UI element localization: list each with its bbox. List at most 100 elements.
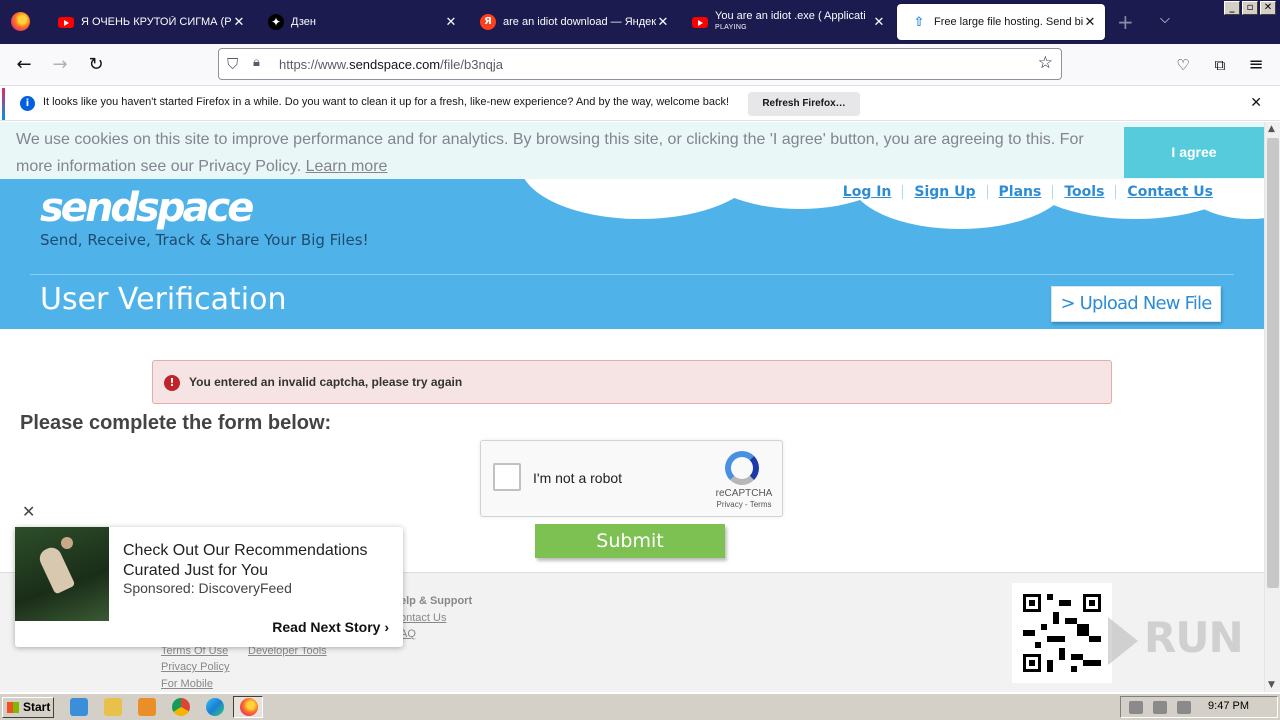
network-icon[interactable] (1153, 701, 1167, 714)
tab-4[interactable]: You are an idiot .exe ( Applicati PLAYIN… (678, 4, 894, 40)
tab-title: Дзен (291, 16, 316, 28)
page-scrollbar[interactable]: ▲ ▼ (1264, 122, 1280, 692)
tagline: Send, Receive, Track & Share Your Big Fi… (40, 231, 369, 249)
error-message: You entered an invalid captcha, please t… (189, 375, 463, 389)
youtube-icon (692, 14, 708, 30)
shield-icon[interactable]: ⛉ (227, 55, 238, 73)
qr-code-icon (1023, 594, 1101, 672)
nav-plans[interactable]: Plans (999, 184, 1042, 200)
captcha-checkbox[interactable] (493, 463, 521, 491)
scrollbar-thumb[interactable] (1267, 138, 1279, 588)
qr-code (1012, 583, 1112, 683)
tab-title: Free large file hosting. Send big (934, 16, 1083, 28)
error-icon: ! (164, 375, 180, 391)
ie-icon[interactable] (70, 698, 88, 716)
forward-icon[interactable]: → (49, 54, 71, 76)
nav-contact[interactable]: Contact Us (1127, 184, 1213, 200)
new-tab-icon[interactable]: + (1117, 10, 1134, 34)
pocket-icon[interactable]: ♡ (1172, 54, 1194, 76)
upload-new-file-button[interactable]: > Upload New File (1051, 286, 1221, 322)
tab-title-text: You are an idiot .exe ( Applicati (715, 10, 866, 22)
youtube-icon (58, 14, 74, 30)
menu-icon[interactable]: ≡ (1245, 54, 1267, 76)
scroll-up-icon[interactable]: ▲ (1268, 124, 1275, 134)
dzen-icon: ✦ (268, 14, 284, 30)
firefox-taskbar-button[interactable] (233, 696, 263, 718)
nav-login[interactable]: Log In (843, 184, 892, 200)
close-tab-icon[interactable]: ✕ (232, 15, 246, 30)
folder-icon[interactable] (104, 698, 122, 716)
window-controls: _ ▫ ✕ (1224, 1, 1276, 15)
notification-message: It looks like you haven't started Firefo… (43, 96, 730, 108)
close-tab-icon[interactable]: ✕ (656, 15, 670, 30)
tab-5-active[interactable]: ⇧ Free large file hosting. Send big ✕ (897, 4, 1105, 40)
footer-contact-link[interactable]: ontact Us (400, 612, 446, 624)
read-next-story-link[interactable]: Read Next Story › (272, 619, 389, 635)
ad-sponsor: Sponsored: DiscoveryFeed (123, 580, 292, 596)
close-tab-icon[interactable]: ✕ (872, 15, 886, 30)
nav-tools[interactable]: Tools (1064, 184, 1104, 200)
info-icon: i (20, 96, 35, 111)
site-header: sendspace Send, Receive, Track & Share Y… (0, 179, 1264, 329)
learn-more-link[interactable]: Learn more (306, 158, 388, 175)
cookie-text: We use cookies on this site to improve p… (16, 131, 1084, 175)
notification-bar: i It looks like you haven't started Fire… (0, 87, 1280, 121)
tab-title: are an idiot download — Яндекс (503, 16, 656, 28)
volume-icon[interactable] (1129, 701, 1143, 714)
page-title: User Verification (40, 282, 287, 317)
close-ad-icon[interactable]: ✕ (22, 502, 35, 521)
anyrun-watermark: RUN (1108, 613, 1244, 665)
recaptcha-brand: reCAPTCHA (715, 488, 773, 499)
agree-button[interactable]: I agree (1124, 127, 1264, 178)
restore-icon[interactable]: ▫ (1242, 1, 1258, 15)
close-window-icon[interactable]: ✕ (1260, 1, 1276, 15)
tab-3[interactable]: Я are an idiot download — Яндекс ✕ (466, 4, 678, 40)
form-title: Please complete the form below: (20, 412, 332, 434)
chrome-icon[interactable] (172, 698, 190, 716)
recaptcha-widget: I'm not a robot reCAPTCHA Privacy - Term… (480, 440, 783, 517)
sendspace-logo[interactable]: sendspace (40, 185, 254, 231)
tab-1[interactable]: Я ОЧЕНЬ КРУТОЙ СИГМА (РНС ✕ (44, 4, 254, 40)
minimize-icon[interactable]: _ (1224, 1, 1240, 15)
sponsored-ad[interactable]: Check Out Our Recommendations Curated Ju… (15, 527, 403, 647)
clock[interactable]: 9:47 PM (1208, 700, 1249, 712)
ad-headline[interactable]: Check Out Our Recommendations Curated Ju… (123, 541, 393, 581)
lock-icon[interactable]: 🔒︎ (253, 55, 260, 70)
divider (30, 274, 1234, 275)
page-content: We use cookies on this site to improve p… (0, 122, 1264, 692)
recaptcha-icon (725, 451, 759, 485)
media-player-icon[interactable] (138, 698, 156, 716)
start-button[interactable]: Start (2, 697, 54, 718)
tab-title: You are an idiot .exe ( Applicati PLAYIN… (715, 10, 872, 34)
firefox-icon (240, 698, 258, 716)
refresh-firefox-button[interactable]: Refresh Firefox… (748, 92, 860, 116)
bookmark-star-icon[interactable]: ☆ (1038, 53, 1053, 73)
footer-privacy-link[interactable]: Privacy Policy (161, 661, 229, 673)
notification-accent (2, 88, 5, 120)
tab-playing-label: PLAYING (715, 24, 747, 31)
tab-2[interactable]: ✦ Дзен ✕ (254, 4, 466, 40)
nav-signup[interactable]: Sign Up (914, 184, 975, 200)
footer-mobile-link[interactable]: For Mobile (161, 678, 213, 690)
flag-icon[interactable] (1177, 701, 1191, 714)
edge-icon[interactable] (206, 698, 224, 716)
error-alert: ! You entered an invalid captcha, please… (152, 360, 1112, 404)
recaptcha-links[interactable]: Privacy - Terms (709, 500, 779, 509)
firefox-icon[interactable] (11, 12, 30, 31)
close-tab-icon[interactable]: ✕ (1083, 15, 1097, 30)
tab-title: Я ОЧЕНЬ КРУТОЙ СИГМА (РНС (81, 16, 232, 28)
submit-button[interactable]: Submit (535, 524, 725, 558)
scroll-down-icon[interactable]: ▼ (1268, 680, 1275, 690)
reload-icon[interactable]: ↻ (85, 54, 107, 76)
address-bar[interactable]: ⛉ 🔒︎ https://www.sendspace.com/file/b3nq… (218, 48, 1062, 80)
chevron-right-icon: › (384, 619, 389, 635)
system-tray: 9:47 PM (1120, 696, 1278, 718)
close-tab-icon[interactable]: ✕ (444, 15, 458, 30)
back-icon[interactable]: ← (13, 54, 35, 76)
close-notification-icon[interactable]: ✕ (1250, 95, 1262, 111)
extensions-icon[interactable]: ⧉ (1209, 54, 1231, 76)
url-text[interactable]: https://www.sendspace.com/file/b3nqja (279, 57, 503, 72)
chevron-down-icon[interactable]: ⌵ (1160, 12, 1170, 27)
tab-bar: Я ОЧЕНЬ КРУТОЙ СИГМА (РНС ✕ ✦ Дзен ✕ Я a… (0, 0, 1280, 44)
captcha-label: I'm not a robot (533, 470, 623, 486)
